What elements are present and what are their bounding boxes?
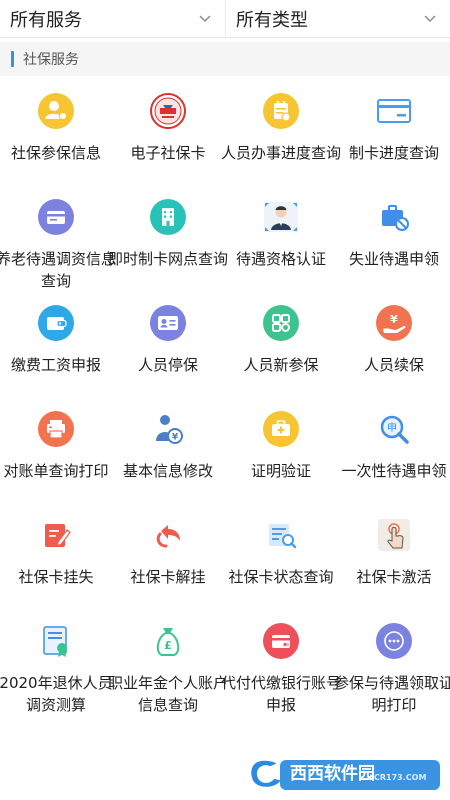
service-item[interactable]: 养老待遇调资信息查询 bbox=[0, 182, 116, 290]
service-label: 缴费工资申报 bbox=[10, 356, 101, 374]
service-label: 制卡进度查询 bbox=[348, 144, 439, 162]
service-label: 失业待遇申领 bbox=[348, 250, 439, 268]
service-label: 证明验证 bbox=[250, 462, 311, 480]
money-bag-icon: £ bbox=[156, 628, 180, 656]
certificate-icon bbox=[43, 626, 67, 657]
service-label: 对账单查询打印 bbox=[3, 462, 109, 480]
service-item[interactable]: 对账单查询打印 bbox=[0, 394, 112, 500]
svg-text:£: £ bbox=[164, 639, 172, 652]
bank-card-icon bbox=[38, 199, 74, 235]
service-item[interactable]: 社保卡状态查询 bbox=[225, 500, 337, 606]
service-label: 2020年退休人员调资测算 bbox=[0, 674, 113, 714]
service-label: 人员新参保 bbox=[243, 356, 319, 374]
finger-tap-icon bbox=[378, 519, 410, 551]
type-filter-dropdown[interactable]: 所有类型 bbox=[225, 0, 450, 38]
svg-text:¥: ¥ bbox=[390, 313, 398, 326]
service-item[interactable]: 申 一次性待遇申领 bbox=[338, 394, 450, 500]
service-item[interactable]: £ 职业年金个人账户信息查询 bbox=[108, 606, 228, 714]
service-item[interactable]: 待遇资格认证 bbox=[225, 182, 337, 288]
service-label: 社保卡状态查询 bbox=[228, 568, 334, 586]
service-grid: 社保参保信息 电子社保卡 人员办事进度查询 制卡进度查询 养老待遇调资信息查询 … bbox=[0, 76, 450, 714]
calendar-progress-icon bbox=[263, 93, 299, 129]
medical-case-icon bbox=[263, 411, 299, 447]
service-filter-dropdown[interactable]: 所有服务 bbox=[0, 0, 225, 38]
service-row: 社保参保信息 电子社保卡 人员办事进度查询 制卡进度查询 bbox=[0, 76, 450, 182]
service-item[interactable]: 社保参保信息 bbox=[0, 76, 112, 182]
edit-form-icon bbox=[45, 524, 71, 547]
service-label: 一次性待遇申领 bbox=[341, 462, 447, 480]
type-filter-label: 所有类型 bbox=[236, 10, 308, 31]
service-row: 社保卡挂失 社保卡解挂 社保卡状态查询 社保卡激活 bbox=[0, 500, 450, 606]
filter-bar: 所有服务 所有类型 bbox=[0, 0, 450, 38]
service-row: 对账单查询打印 ¥ 基本信息修改 证明验证 申 一次性待遇申领 bbox=[0, 394, 450, 500]
service-label: 基本信息修改 bbox=[122, 462, 213, 480]
service-item[interactable]: 失业待遇申领 bbox=[338, 182, 450, 288]
service-label: 人员停保 bbox=[137, 356, 198, 374]
magnifier-seal-icon: 申 bbox=[380, 415, 409, 444]
service-item[interactable]: 社保卡激活 bbox=[338, 500, 450, 606]
service-item[interactable]: 社保卡挂失 bbox=[0, 500, 112, 606]
svg-text:申: 申 bbox=[387, 421, 397, 434]
service-label: 职业年金个人账户信息查询 bbox=[108, 674, 229, 714]
service-item[interactable]: 即时制卡网点查询 bbox=[108, 182, 228, 288]
section-title: 社保服务 bbox=[23, 52, 79, 68]
service-item[interactable]: 缴费工资申报 bbox=[0, 288, 112, 394]
service-item[interactable]: ¥ 基本信息修改 bbox=[112, 394, 224, 500]
service-label: 人员办事进度查询 bbox=[221, 144, 342, 162]
service-label: 养老待遇调资信息查询 bbox=[0, 250, 117, 290]
building-icon bbox=[150, 199, 186, 235]
service-item[interactable]: 人员办事进度查询 bbox=[221, 76, 341, 182]
service-label: 代付代缴银行账号申报 bbox=[221, 674, 342, 714]
site-watermark: 西西软件园 CR173.COM bbox=[246, 754, 446, 794]
service-label: 社保卡激活 bbox=[356, 568, 432, 586]
service-item[interactable]: 社保卡解挂 bbox=[112, 500, 224, 606]
service-label: 社保卡挂失 bbox=[18, 568, 94, 586]
service-filter-label: 所有服务 bbox=[10, 10, 82, 31]
service-row: 2020年退休人员调资测算 £ 职业年金个人账户信息查询 代付代缴银行账号申报 bbox=[0, 606, 450, 714]
watermark-site: CR173.COM bbox=[374, 773, 427, 782]
social-security-emblem-icon bbox=[150, 93, 186, 129]
service-item[interactable]: 电子社保卡 bbox=[112, 76, 224, 182]
wallet-icon bbox=[38, 305, 74, 341]
service-item[interactable]: 证明验证 bbox=[225, 394, 337, 500]
hand-yen-icon: ¥ bbox=[376, 305, 412, 341]
more-icon bbox=[376, 623, 412, 659]
service-item[interactable]: 人员停保 bbox=[112, 288, 224, 394]
svg-text:¥: ¥ bbox=[172, 433, 179, 443]
service-item[interactable]: 人员新参保 bbox=[225, 288, 337, 394]
printer-icon bbox=[38, 411, 74, 447]
document-search-icon bbox=[269, 524, 297, 549]
chevron-down-icon bbox=[199, 15, 211, 22]
watermark-brand: 西西软件园 bbox=[290, 764, 375, 784]
service-label: 待遇资格认证 bbox=[235, 250, 326, 268]
service-row: 缴费工资申报 人员停保 人员新参保 ¥ 人员续保 bbox=[0, 288, 450, 394]
section-header: 社保服务 bbox=[0, 42, 450, 76]
section-accent-bar bbox=[11, 51, 14, 67]
service-item[interactable]: 参保与待遇领取证明打印 bbox=[334, 606, 450, 714]
service-item[interactable]: 代付代缴银行账号申报 bbox=[221, 606, 341, 714]
briefcase-forbidden-icon bbox=[382, 205, 409, 231]
bank-card-round-icon bbox=[263, 623, 299, 659]
apps-grid-icon bbox=[263, 305, 299, 341]
service-label: 电子社保卡 bbox=[130, 144, 206, 162]
service-row: 养老待遇调资信息查询 即时制卡网点查询 待遇资格认证 失业待遇申领 bbox=[0, 182, 450, 290]
service-label: 社保参保信息 bbox=[10, 144, 101, 162]
card-icon bbox=[377, 99, 411, 123]
chevron-down-icon bbox=[424, 15, 436, 22]
service-label: 即时制卡网点查询 bbox=[108, 250, 229, 268]
service-item[interactable]: 2020年退休人员调资测算 bbox=[0, 606, 113, 714]
person-photo-icon bbox=[264, 202, 298, 232]
user-badge-icon bbox=[38, 93, 74, 129]
service-item[interactable]: 制卡进度查询 bbox=[338, 76, 450, 182]
undo-arrow-icon bbox=[156, 525, 180, 548]
person-yen-icon: ¥ bbox=[156, 415, 183, 444]
service-label: 参保与待遇领取证明打印 bbox=[334, 674, 450, 714]
service-label: 人员续保 bbox=[363, 356, 424, 374]
id-card-icon bbox=[150, 305, 186, 341]
service-label: 社保卡解挂 bbox=[130, 568, 206, 586]
service-item[interactable]: ¥ 人员续保 bbox=[338, 288, 450, 394]
